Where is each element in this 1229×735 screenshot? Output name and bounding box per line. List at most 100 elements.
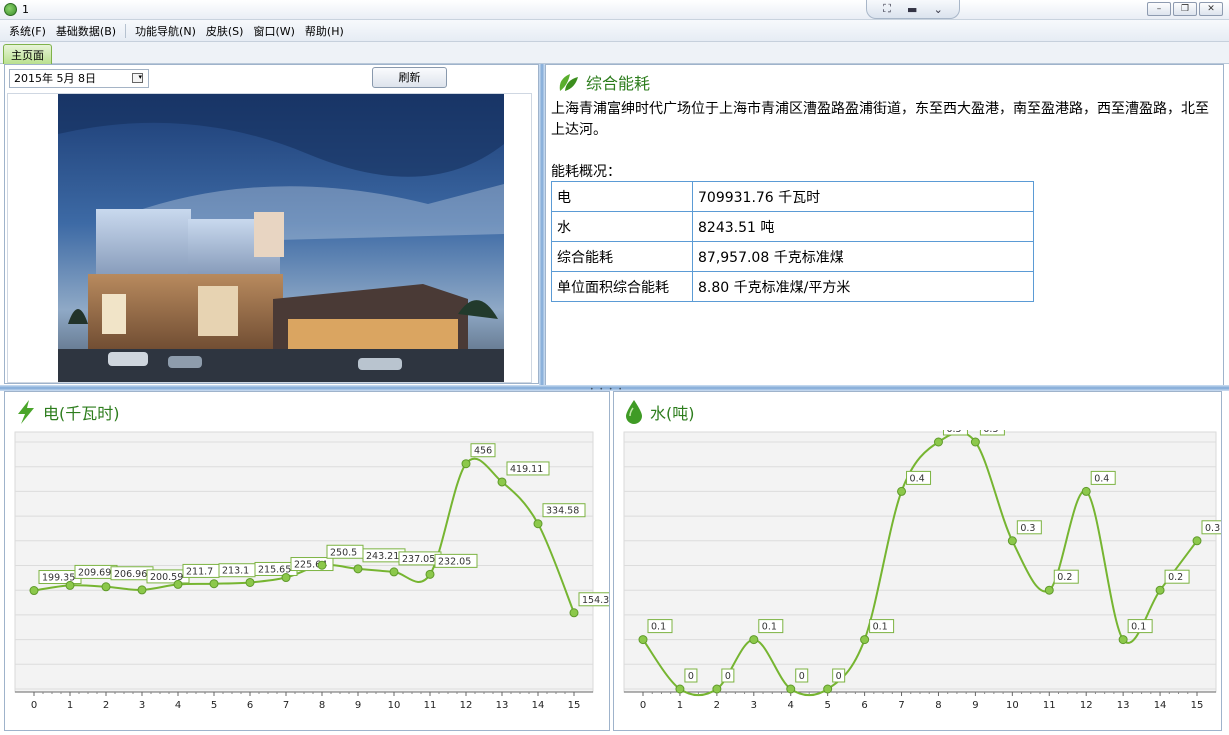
x-tick-label: 9 [972, 700, 978, 711]
data-label: 0.1 [651, 622, 666, 633]
data-point [860, 635, 870, 645]
chevron-down-icon[interactable]: ⌄ [934, 3, 943, 16]
building-photo-frame [7, 93, 532, 383]
menu-bar: 系统(F) 基础数据(B) 功能导航(N) 皮肤(S) 窗口(W) 帮助(H) [0, 20, 1229, 42]
data-point [209, 579, 219, 589]
close-button[interactable]: ✕ [1199, 2, 1223, 16]
data-point [101, 582, 111, 592]
data-label: 0.5 [983, 430, 998, 435]
data-label: 0.3 [1205, 523, 1220, 534]
data-point [675, 684, 685, 694]
data-point [712, 684, 722, 694]
electricity-chart-title: 电(千瓦时) [15, 398, 120, 426]
water-drop-icon [626, 400, 642, 424]
row-label: 综合能耗 [551, 241, 693, 272]
water-title-text: 水(吨) [650, 404, 695, 423]
tab-strip: 主页面 [0, 42, 1229, 64]
date-picker[interactable]: 2015年 5月 8日 ▾ [9, 69, 149, 88]
title-bar: 1 ⛶ ▬ ⌄ – ❐ ✕ [0, 0, 1229, 20]
data-point [281, 573, 291, 583]
data-point [897, 486, 907, 496]
leaf-icon [559, 74, 578, 91]
data-point [1118, 635, 1128, 645]
x-tick-label: 7 [898, 700, 904, 711]
data-label: 0.1 [762, 622, 777, 633]
fullscreen-icon[interactable]: ⛶ [883, 2, 891, 16]
x-tick-label: 8 [319, 700, 325, 711]
menu-system[interactable]: 系统(F) [4, 23, 51, 39]
menu-separator [125, 23, 127, 38]
data-point [65, 580, 75, 590]
dash-icon[interactable]: ▬ [907, 3, 917, 16]
data-point [497, 477, 507, 487]
data-point [137, 585, 147, 595]
window-controls: – ❐ ✕ [1147, 2, 1223, 16]
x-tick-label: 3 [751, 700, 757, 711]
title-tab-controls: ⛶ ▬ ⌄ [866, 0, 960, 19]
data-point [29, 586, 39, 596]
x-tick-label: 15 [568, 700, 581, 711]
minimize-button[interactable]: – [1147, 2, 1171, 16]
water-chart-panel: 水(吨) 0 1 2 3 4 5 6 7 8 9 10 11 12 13 14 15 0.1 0 0 0.1 0 0 0.1… [613, 391, 1222, 731]
x-tick-label: 5 [211, 700, 217, 711]
x-tick-label: 1 [67, 700, 73, 711]
data-point [786, 684, 796, 694]
data-point [1192, 536, 1202, 546]
data-label: 0 [725, 671, 731, 682]
overview-label: 能耗概况： [551, 164, 621, 180]
x-tick-label: 13 [496, 700, 509, 711]
row-value: 8.80 千克标准煤/平方米 [692, 271, 1034, 302]
water-chart-title: 水(吨) [624, 398, 695, 426]
data-point [245, 577, 255, 587]
data-label: 419.11 [510, 464, 543, 475]
building-description: 上海青浦富绅时代广场位于上海市青浦区漕盈路盈浦街道，东至西大盈港，南至盈港路，西… [551, 101, 1209, 138]
menu-window[interactable]: 窗口(W) [248, 23, 299, 39]
calendar-icon[interactable]: ▾ [132, 73, 143, 83]
data-point [749, 635, 759, 645]
lightning-icon [18, 400, 34, 424]
data-label: 206.96 [114, 569, 147, 580]
data-point [533, 519, 543, 529]
data-label: 237.05 [402, 554, 435, 565]
data-label: 0.2 [1168, 572, 1183, 583]
data-label: 456 [474, 446, 492, 457]
data-label: 213.1 [222, 566, 249, 577]
x-tick-label: 4 [175, 700, 181, 711]
x-tick-label: 13 [1117, 700, 1130, 711]
data-label: 154.3 [582, 595, 609, 606]
x-tick-label: 7 [283, 700, 289, 711]
x-tick-label: 9 [355, 700, 361, 711]
x-tick-label: 12 [1080, 700, 1093, 711]
x-tick-label: 12 [460, 700, 473, 711]
table-row: 综合能耗 87,957.08 千克标准煤 [551, 241, 1034, 272]
refresh-button[interactable]: 刷新 [372, 67, 447, 88]
data-point [569, 608, 579, 618]
data-label: 0 [688, 671, 694, 682]
menu-base-data[interactable]: 基础数据(B) [51, 23, 121, 39]
x-tick-label: 2 [714, 700, 720, 711]
data-point [461, 459, 471, 469]
tab-main-page[interactable]: 主页面 [3, 44, 52, 64]
info-title-text: 综合能耗 [586, 74, 651, 93]
menu-help[interactable]: 帮助(H) [300, 23, 349, 39]
data-point [353, 564, 363, 574]
info-panel-title: 综合能耗 [556, 69, 650, 95]
data-point [317, 560, 327, 570]
data-label: 232.05 [438, 556, 471, 567]
data-point [933, 437, 943, 447]
data-label: 0.1 [1131, 622, 1146, 633]
data-point [823, 684, 833, 694]
menu-navigation[interactable]: 功能导航(N) [130, 23, 201, 39]
x-tick-label: 11 [1043, 700, 1056, 711]
photo-panel: 2015年 5月 8日 ▾ 刷新 [4, 64, 539, 384]
data-point [1155, 585, 1165, 595]
menu-skin[interactable]: 皮肤(S) [201, 23, 249, 39]
data-label: 243.21 [366, 551, 399, 562]
data-point [389, 567, 399, 577]
row-value: 87,957.08 千克标准煤 [692, 241, 1034, 272]
x-tick-label: 11 [424, 700, 437, 711]
data-point [638, 635, 648, 645]
restore-button[interactable]: ❐ [1173, 2, 1197, 16]
x-tick-label: 15 [1191, 700, 1204, 711]
data-label: 0.4 [1094, 473, 1109, 484]
